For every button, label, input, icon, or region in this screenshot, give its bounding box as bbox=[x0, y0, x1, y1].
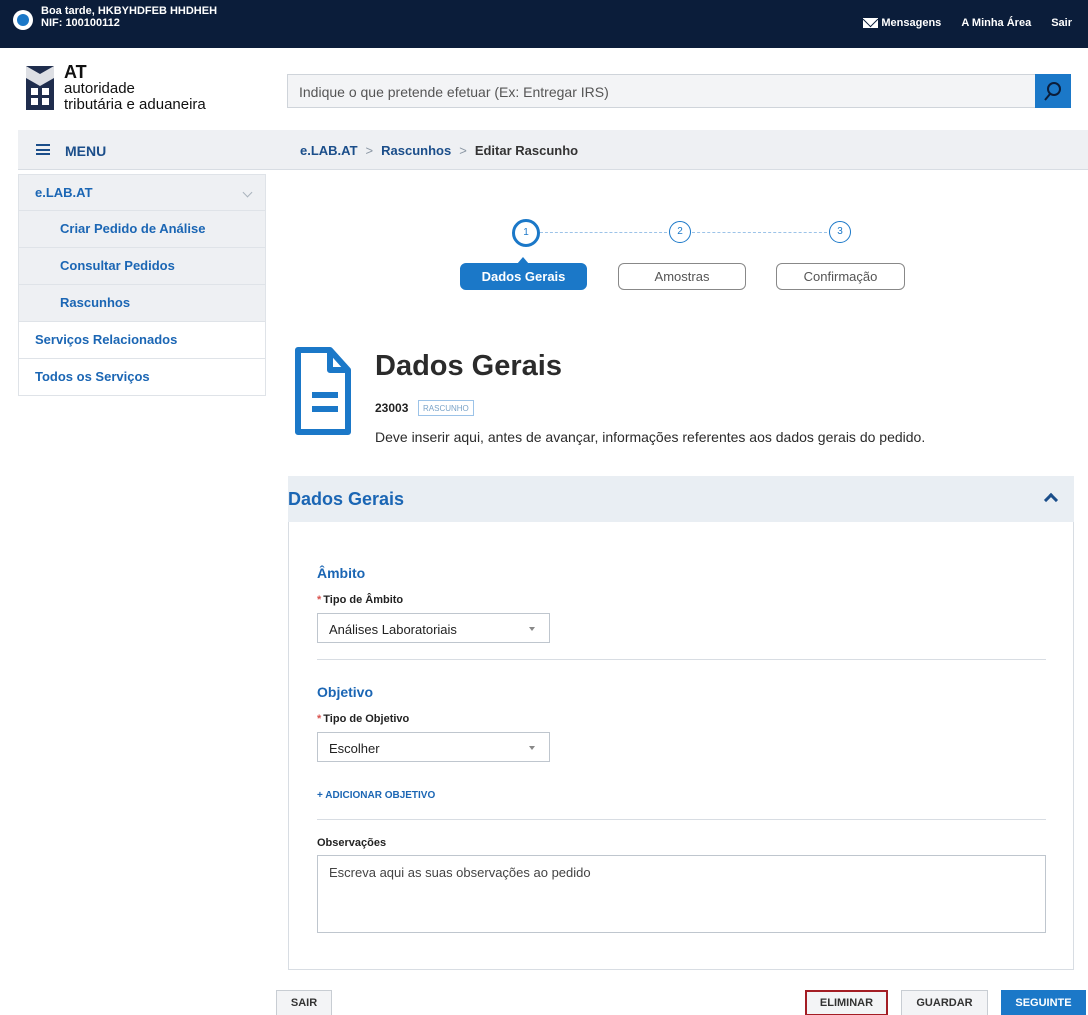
my-area-link[interactable]: A Minha Área bbox=[961, 17, 1031, 29]
dropdown-arrow-icon bbox=[529, 627, 535, 631]
sidebar-item-todos-servicos[interactable]: Todos os Serviços bbox=[18, 359, 266, 396]
step-3-label[interactable]: Confirmação bbox=[776, 263, 905, 290]
logo-line-3: tributária e aduaneira bbox=[64, 96, 206, 113]
top-bar: Boa tarde, HKBYHDFEB HHDHEH NIF: 1001001… bbox=[0, 0, 1088, 48]
exit-button[interactable]: SAIR bbox=[276, 990, 332, 1015]
hamburger-icon bbox=[36, 144, 50, 155]
select-value: Análises Laboratoriais bbox=[329, 622, 457, 637]
panel-title: Dados Gerais bbox=[288, 489, 405, 509]
sidebar-item-label: Consultar Pedidos bbox=[60, 258, 175, 273]
document-icon bbox=[295, 347, 351, 435]
required-marker: * bbox=[317, 713, 322, 725]
envelope-icon bbox=[863, 18, 879, 28]
at-logo[interactable]: AT autoridade tributária e aduaneira bbox=[20, 62, 230, 118]
field-label-text: Tipo de Âmbito bbox=[323, 594, 404, 606]
chevron-up-icon[interactable] bbox=[1043, 492, 1059, 508]
search-input[interactable]: Indique o que pretende efetuar (Ex: Entr… bbox=[299, 84, 609, 100]
sidebar-item-label: Todos os Serviços bbox=[35, 369, 150, 384]
field-label-tipo-ambito: * Tipo de Âmbito bbox=[317, 594, 403, 606]
messages-label: Mensagens bbox=[881, 17, 942, 29]
breadcrumb: e.LAB.AT > Rascunhos > Editar Rascunho bbox=[266, 130, 1088, 170]
divider bbox=[317, 819, 1046, 820]
sidebar: e.LAB.AT Criar Pedido de Análise Consult… bbox=[18, 174, 266, 396]
search-button[interactable] bbox=[1035, 74, 1071, 108]
field-label-text: Tipo de Objetivo bbox=[323, 713, 410, 725]
sidebar-item-consultar-pedidos[interactable]: Consultar Pedidos bbox=[18, 248, 266, 285]
page-title: Dados Gerais bbox=[375, 350, 562, 382]
dropdown-arrow-icon bbox=[529, 746, 535, 750]
section-title-objetivo: Objetivo bbox=[317, 684, 374, 700]
delete-button[interactable]: ELIMINAR bbox=[805, 990, 888, 1015]
breadcrumb-link-elab[interactable]: e.LAB.AT bbox=[300, 143, 358, 158]
sidebar-item-label: e.LAB.AT bbox=[35, 185, 93, 200]
breadcrumb-current: Editar Rascunho bbox=[474, 143, 579, 158]
save-button[interactable]: GUARDAR bbox=[901, 990, 988, 1015]
user-greeting: Boa tarde, HKBYHDFEB HHDHEH NIF: 1001001… bbox=[41, 5, 217, 29]
search-bar[interactable]: Indique o que pretende efetuar (Ex: Entr… bbox=[287, 74, 1071, 108]
menu-toggle[interactable]: MENU bbox=[18, 130, 266, 170]
greeting-text: Boa tarde, HKBYHDFEB HHDHEH bbox=[41, 5, 218, 17]
step-1-circle[interactable]: 1 bbox=[512, 219, 540, 247]
section-title-ambito: Âmbito bbox=[317, 565, 366, 581]
step-2-label[interactable]: Amostras bbox=[618, 263, 746, 290]
search-icon bbox=[1044, 82, 1061, 101]
top-links: Mensagens A Minha Área Sair bbox=[863, 17, 1072, 29]
sidebar-item-elab[interactable]: e.LAB.AT bbox=[18, 174, 266, 211]
step-2-circle[interactable]: 2 bbox=[669, 221, 691, 243]
panel-header[interactable]: Dados Gerais bbox=[288, 476, 1074, 522]
sidebar-item-label: Criar Pedido de Análise bbox=[60, 221, 206, 236]
add-objective-link[interactable]: + ADICIONAR OBJETIVO bbox=[317, 790, 435, 801]
user-avatar-icon bbox=[13, 10, 33, 30]
sidebar-item-label: Rascunhos bbox=[60, 295, 131, 310]
observacoes-textarea[interactable]: Escreva aqui as suas observações ao pedi… bbox=[317, 855, 1046, 933]
nif-text: NIF: 100100112 bbox=[41, 17, 120, 29]
required-marker: * bbox=[317, 594, 322, 606]
status-badge: RASCUNHO bbox=[418, 400, 474, 416]
select-value: Escolher bbox=[329, 741, 380, 756]
sidebar-item-label: Serviços Relacionados bbox=[35, 332, 178, 347]
menu-label: MENU bbox=[65, 143, 107, 159]
field-label-observacoes: Observações bbox=[317, 837, 387, 849]
page-description: Deve inserir aqui, antes de avançar, inf… bbox=[375, 429, 926, 445]
logout-link[interactable]: Sair bbox=[1051, 17, 1072, 29]
step-3-circle[interactable]: 3 bbox=[829, 221, 851, 243]
tipo-ambito-select[interactable]: Análises Laboratoriais bbox=[317, 613, 550, 643]
next-button[interactable]: SEGUINTE bbox=[1001, 990, 1086, 1015]
breadcrumb-link-rascunhos[interactable]: Rascunhos bbox=[381, 143, 451, 158]
breadcrumb-separator: > bbox=[365, 143, 374, 158]
sidebar-item-criar-pedido[interactable]: Criar Pedido de Análise bbox=[18, 211, 266, 248]
tipo-objetivo-select[interactable]: Escolher bbox=[317, 732, 550, 762]
step-connector bbox=[540, 232, 667, 233]
divider bbox=[317, 659, 1046, 660]
request-number: 23003 bbox=[375, 401, 409, 415]
breadcrumb-separator: > bbox=[459, 143, 467, 158]
sidebar-item-rascunhos[interactable]: Rascunhos bbox=[18, 285, 266, 322]
field-label-tipo-objetivo: * Tipo de Objetivo bbox=[317, 713, 409, 725]
chevron-down-icon bbox=[242, 187, 253, 198]
messages-link[interactable]: Mensagens bbox=[863, 17, 941, 29]
sidebar-item-servicos-relacionados[interactable]: Serviços Relacionados bbox=[18, 322, 266, 359]
at-emblem-icon bbox=[26, 66, 54, 110]
step-connector bbox=[692, 232, 827, 233]
logo-line-2: autoridade bbox=[64, 80, 135, 97]
step-1-label[interactable]: Dados Gerais bbox=[460, 257, 587, 290]
